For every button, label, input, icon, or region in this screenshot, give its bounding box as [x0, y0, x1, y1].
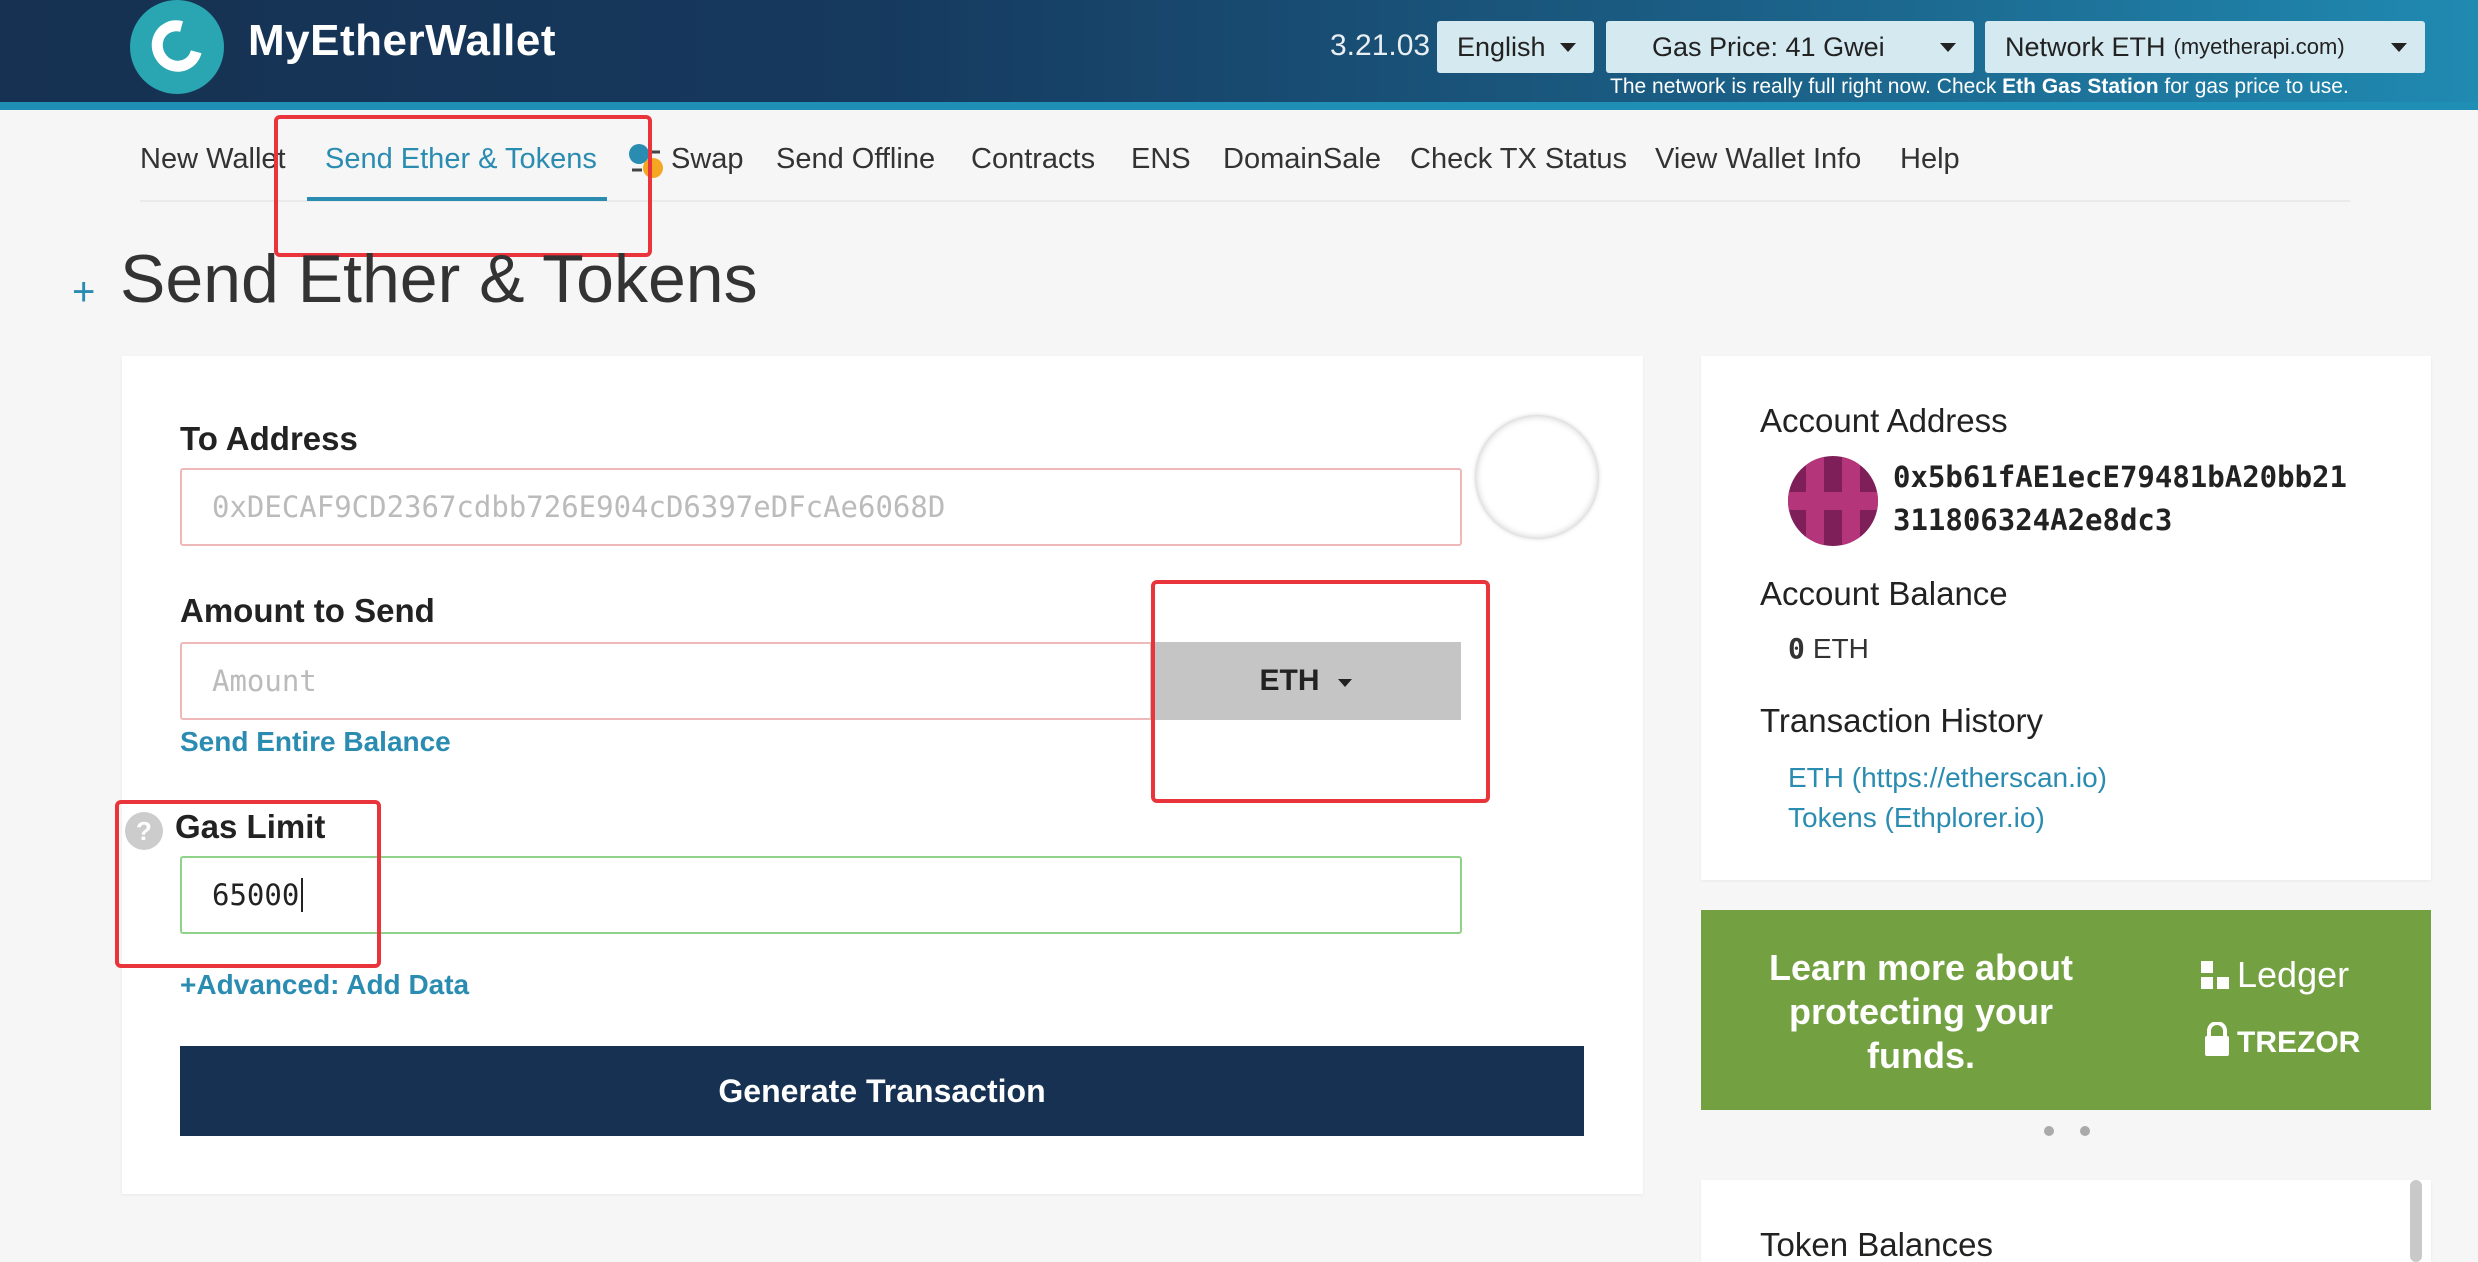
- version-number: 3.21.03: [1330, 29, 1431, 62]
- trezor-logo: TREZOR: [2203, 1021, 2361, 1060]
- chevron-down-icon: [2391, 43, 2407, 52]
- lock-icon: [2205, 1021, 2229, 1056]
- tab-check-tx-status[interactable]: Check TX Status: [1410, 143, 1627, 176]
- annotation-box: [1151, 580, 1490, 803]
- account-balance-label: Account Balance: [1760, 575, 2008, 612]
- ledger-icon: [2201, 961, 2229, 989]
- to-address-placeholder: 0xDECAF9CD2367cdbb726E904cD6397eDFcAe606…: [212, 490, 946, 524]
- annotation-box: [274, 115, 652, 257]
- etherscan-link[interactable]: ETH (https://etherscan.io): [1788, 762, 2107, 794]
- token-balances-label: Token Balances: [1760, 1226, 1993, 1262]
- tab-contracts[interactable]: Contracts: [971, 143, 1095, 176]
- account-address-line1: 0x5b61fAE1ecE79481bA20bb21: [1893, 460, 2347, 494]
- amount-label: Amount to Send: [180, 592, 435, 629]
- tab-send-offline[interactable]: Send Offline: [776, 143, 935, 176]
- gas-price-label: Gas Price: 41 Gwei: [1652, 31, 1885, 62]
- balance-unit: ETH: [1812, 633, 1869, 664]
- logo-icon[interactable]: [130, 0, 224, 94]
- account-identicon: [1788, 456, 1878, 546]
- to-address-input[interactable]: 0xDECAF9CD2367cdbb726E904cD6397eDFcAe606…: [180, 468, 1462, 546]
- annotation-box: [115, 800, 381, 968]
- network-note-text-end: for gas price to use.: [2158, 75, 2349, 98]
- header-accent-line: [0, 102, 2478, 110]
- tab-domainsale[interactable]: DomainSale: [1223, 143, 1381, 176]
- account-address: 0x5b61fAE1ecE79481bA20bb21 311806324A2e8…: [1893, 456, 2347, 542]
- ethplorer-link[interactable]: Tokens (Ethplorer.io): [1788, 802, 2045, 834]
- amount-input[interactable]: Amount: [180, 642, 1152, 720]
- scrollbar[interactable]: [2410, 1180, 2422, 1262]
- chevron-down-icon: [1940, 43, 1956, 52]
- language-dropdown[interactable]: English: [1437, 21, 1594, 73]
- network-note-text: The network is really full right now. Ch…: [1610, 75, 2003, 98]
- carousel-dot[interactable]: [2080, 1126, 2090, 1136]
- eth-gas-station-link[interactable]: Eth Gas Station: [2002, 75, 2158, 98]
- logo-text[interactable]: MyEtherWallet: [248, 16, 556, 66]
- balance-value: 0: [1788, 632, 1805, 665]
- network-note: The network is really full right now. Ch…: [1610, 75, 2349, 99]
- address-identicon-placeholder: [1475, 415, 1599, 539]
- account-address-line2: 311806324A2e8dc3: [1893, 503, 2173, 537]
- generate-transaction-label: Generate Transaction: [718, 1072, 1046, 1109]
- expand-icon[interactable]: +: [72, 270, 95, 315]
- security-promo-banner[interactable]: Learn more about protecting your funds. …: [1701, 910, 2431, 1110]
- gas-price-dropdown[interactable]: Gas Price: 41 Gwei: [1606, 21, 1974, 73]
- account-address-label: Account Address: [1760, 402, 2008, 439]
- tab-ens[interactable]: ENS: [1131, 143, 1191, 176]
- to-address-label: To Address: [180, 420, 358, 457]
- ledger-logo: Ledger: [2201, 954, 2349, 996]
- network-dropdown[interactable]: Network ETH (myetherapi.com): [1985, 21, 2425, 73]
- tab-view-wallet-info[interactable]: View Wallet Info: [1655, 143, 1861, 176]
- trezor-label: TREZOR: [2237, 1026, 2361, 1059]
- promo-text: Learn more about protecting your funds.: [1768, 947, 2074, 1076]
- send-entire-balance-link[interactable]: Send Entire Balance: [180, 726, 451, 758]
- carousel-dot[interactable]: [2044, 1126, 2054, 1136]
- account-balance: 0 ETH: [1788, 632, 1869, 665]
- amount-placeholder: Amount: [212, 664, 317, 698]
- network-label: Network ETH: [2005, 31, 2166, 62]
- tab-swap[interactable]: Swap: [671, 143, 744, 176]
- chevron-down-icon: [1560, 43, 1576, 52]
- generate-transaction-button[interactable]: Generate Transaction: [180, 1046, 1584, 1136]
- network-host: (myetherapi.com): [2173, 34, 2345, 59]
- tab-help[interactable]: Help: [1900, 143, 1960, 176]
- page-title: Send Ether & Tokens: [120, 241, 758, 317]
- tab-new-wallet[interactable]: New Wallet: [140, 143, 286, 176]
- transaction-history-label: Transaction History: [1760, 702, 2044, 739]
- ledger-label: Ledger: [2237, 954, 2350, 995]
- advanced-add-data-link[interactable]: +Advanced: Add Data: [180, 969, 469, 1001]
- language-label: English: [1457, 31, 1546, 62]
